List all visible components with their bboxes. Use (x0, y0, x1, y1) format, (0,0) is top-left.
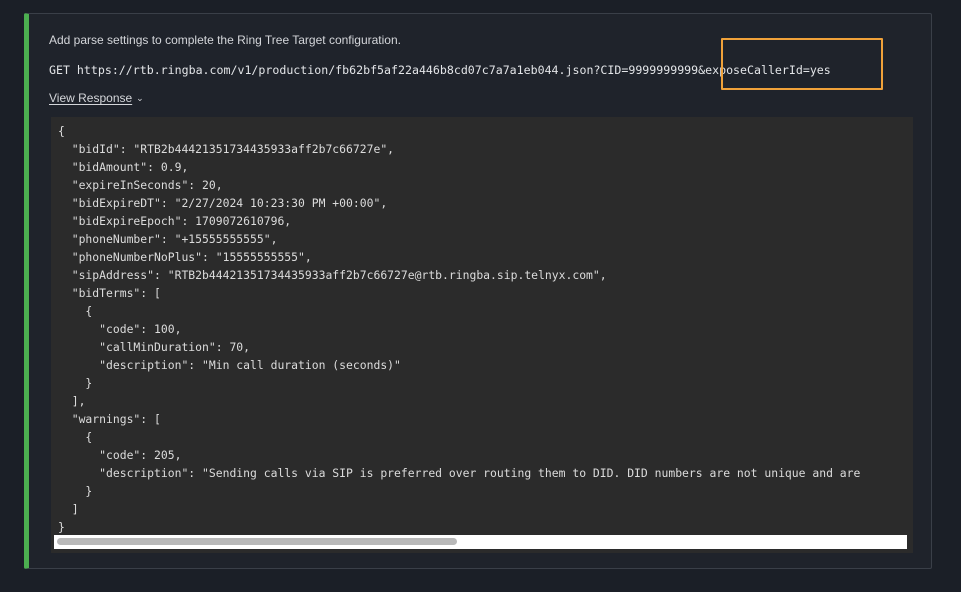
response-line: { (58, 304, 93, 318)
response-line: "bidExpireEpoch": 1709072610796, (58, 214, 292, 228)
response-line: } (58, 376, 93, 390)
response-line: "callMinDuration": 70, (58, 340, 251, 354)
view-response-toggle[interactable]: View Response ⌄ (49, 91, 144, 105)
response-line: "bidAmount": 0.9, (58, 160, 189, 174)
response-line: "description": "Min call duration (secon… (58, 358, 401, 372)
response-line: "sipAddress": "RTB2b44421351734435933aff… (58, 268, 607, 282)
response-line: } (58, 484, 93, 498)
expose-caller-id-highlight (721, 38, 883, 90)
request-url: GET https://rtb.ringba.com/v1/production… (49, 63, 831, 77)
response-line: "bidId": "RTB2b44421351734435933aff2b7c6… (58, 142, 395, 156)
response-line: "phoneNumber": "+15555555555", (58, 232, 278, 246)
view-response-label: View Response (49, 91, 133, 105)
response-line: "description": "Sending calls via SIP is… (58, 466, 861, 480)
horizontal-scrollbar[interactable] (54, 535, 907, 549)
response-line: ] (58, 502, 79, 516)
scrollbar-thumb[interactable] (57, 538, 457, 545)
response-line: "warnings": [ (58, 412, 161, 426)
response-line: } (58, 520, 65, 534)
response-line: { (58, 124, 65, 138)
response-line: "code": 100, (58, 322, 182, 336)
parse-settings-description: Add parse settings to complete the Ring … (49, 33, 401, 47)
response-line: "bidExpireDT": "2/27/2024 10:23:30 PM +0… (58, 196, 388, 210)
response-json: { "bidId": "RTB2b44421351734435933aff2b7… (51, 117, 913, 536)
response-line: ], (58, 394, 86, 408)
chevron-down-icon: ⌄ (136, 93, 144, 103)
response-line: "phoneNumberNoPlus": "15555555555", (58, 250, 312, 264)
response-line: "expireInSeconds": 20, (58, 178, 223, 192)
response-line: "bidTerms": [ (58, 286, 161, 300)
response-line: "code": 205, (58, 448, 182, 462)
response-line: { (58, 430, 93, 444)
response-code-block[interactable]: { "bidId": "RTB2b44421351734435933aff2b7… (51, 117, 913, 553)
ring-tree-target-panel: Add parse settings to complete the Ring … (24, 13, 932, 569)
